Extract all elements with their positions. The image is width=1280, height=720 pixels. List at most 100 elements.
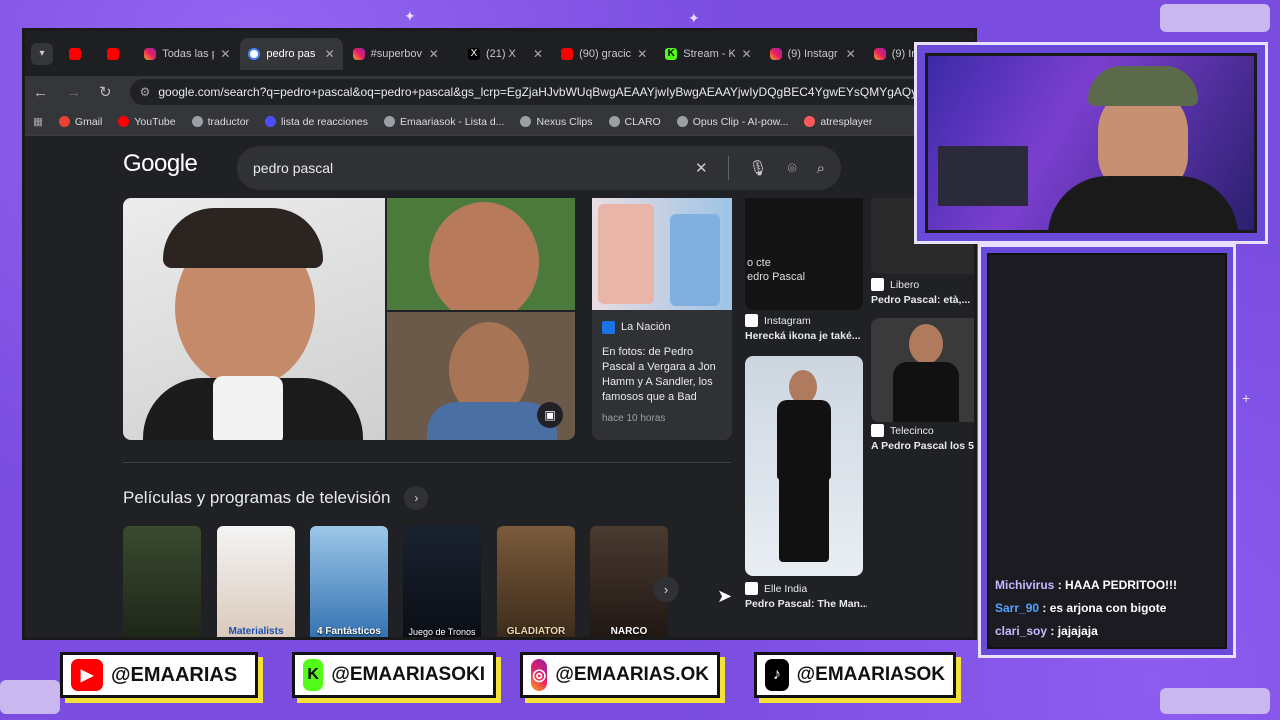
browser-tab[interactable]: Todas las p ✕ <box>136 38 238 70</box>
bookmark-item[interactable]: Opus Clip - AI-pow... <box>676 116 788 128</box>
elle-favicon-icon <box>745 582 758 595</box>
tab-label: (90) gracic <box>579 47 632 60</box>
bookmark-item[interactable]: atresplayer <box>804 116 872 128</box>
reload-icon[interactable]: ↻ <box>99 83 112 101</box>
result-image-elle[interactable] <box>745 356 863 576</box>
caption-instagram[interactable]: Instagram Herecká ikona je také... <box>745 314 865 342</box>
caption-title: A Pedro Pascal los 50... <box>871 440 977 452</box>
tab-label: Stream - K <box>683 47 736 60</box>
tab-label: #superbov <box>370 47 422 60</box>
bookmark-item[interactable]: lista de reacciones <box>265 116 368 128</box>
pixel-cloud <box>1160 4 1270 32</box>
tab-bar: ▾ Todas las p ✕ pedro pas ✕ #superbov ✕ X (21) … <box>25 31 974 76</box>
close-tab-icon[interactable]: ✕ <box>637 47 647 61</box>
chat-frame: Michivirus : HAAA PEDRITOO!!! Sarr_90 : e… <box>978 244 1236 658</box>
caption-telecinco[interactable]: Telecinco A Pedro Pascal los 50... <box>871 424 977 452</box>
bookmark-label: YouTube <box>134 115 176 128</box>
tab-label: Todas las p <box>162 47 215 60</box>
poster-4-fantasticos[interactable]: 4 Fantásticos <box>310 526 388 637</box>
browser-tab[interactable]: (9) Instagr ✕ <box>762 38 864 70</box>
caption-libero[interactable]: Libero Pedro Pascal: età,... <box>871 278 974 306</box>
k-favicon-icon: K <box>665 47 678 60</box>
close-tab-icon[interactable]: ✕ <box>429 47 439 61</box>
browser-tab[interactable] <box>99 38 135 70</box>
poster-the-last-of-us[interactable] <box>123 526 201 637</box>
browser-tab[interactable] <box>61 38 97 70</box>
poster-title: GLADIATOR <box>506 626 566 637</box>
browser-tab[interactable]: K Stream - K ✕ <box>657 38 759 70</box>
chevron-right-icon[interactable]: › <box>404 486 429 510</box>
close-tab-icon[interactable]: ✕ <box>741 47 751 61</box>
apps-grid-icon[interactable]: ▦ <box>33 116 43 128</box>
bookmark-item[interactable]: traductor <box>191 116 249 128</box>
ig-favicon-icon <box>769 47 782 60</box>
site-info-icon[interactable]: ⚙ <box>140 85 151 99</box>
google-results-page: Google pedro pascal ✕ 🎙 ⌾ ⌕ ▣ La Nación … <box>25 136 974 637</box>
search-input[interactable]: pedro pascal <box>253 160 333 176</box>
close-tab-icon[interactable]: ✕ <box>325 47 335 61</box>
address-toolbar: ← → ↻ ⚙ google.com/search?q=pedro+pascal… <box>25 76 974 108</box>
poster-juego-de-tronos[interactable]: Juego de Tronos <box>403 526 481 637</box>
bookmark-label: CLARO <box>624 115 661 128</box>
close-tab-icon[interactable]: ✕ <box>846 47 856 61</box>
url-text: google.com/search?q=pedro+pascal&oq=pedr… <box>158 85 964 99</box>
bookmark-item[interactable]: Emaariasok - Lista d... <box>384 116 504 128</box>
news-text: En fotos: de Pedro Pascal a Vergara a Jo… <box>602 346 716 403</box>
poster-gladiator[interactable]: GLADIATOR <box>497 526 575 637</box>
image-gallery-icon[interactable]: ▣ <box>537 402 563 428</box>
search-icon[interactable]: ⌕ <box>817 160 825 177</box>
bookmark-item[interactable]: Gmail <box>58 116 102 128</box>
chat-username[interactable]: Michivirus <box>995 578 1054 592</box>
google-logo[interactable]: Google <box>123 150 198 178</box>
ig-favicon-icon <box>144 47 157 60</box>
section-title: Películas y programas de televisión <box>123 488 391 507</box>
chat-message: Sarr_90 : es arjona con bigote <box>995 597 1219 620</box>
movies-section-header[interactable]: Películas y programas de televisión › <box>123 486 429 510</box>
url-bar[interactable]: ⚙ google.com/search?q=pedro+pascal&oq=pe… <box>129 79 966 105</box>
tshirt-text: o cte edro Pascal <box>747 257 806 283</box>
social-youtube: ▶ @EMAARIAS <box>60 652 258 698</box>
result-image-instagram[interactable]: o cte edro Pascal <box>745 198 863 310</box>
chat-username[interactable]: clari_soy <box>995 624 1047 638</box>
caption-source: Libero <box>890 278 920 291</box>
search-box[interactable]: pedro pascal ✕ 🎙 ⌾ ⌕ <box>237 146 841 190</box>
chat-messages: Michivirus : HAAA PEDRITOO!!! Sarr_90 : e… <box>995 574 1219 643</box>
browser-tab[interactable]: (90) gracic ✕ <box>553 38 655 70</box>
result-image-main[interactable] <box>123 198 385 440</box>
browser-tab[interactable]: #superbov ✕ <box>345 38 447 70</box>
poster-materialists[interactable]: Materialists <box>217 526 295 637</box>
social-handle: @EMAARIASOKI <box>331 664 485 685</box>
forward-icon[interactable]: → <box>66 84 81 101</box>
tiktok-icon: ♪ <box>765 659 789 691</box>
news-card[interactable]: La Nación En fotos: de Pedro Pascal a Ve… <box>592 310 732 440</box>
bookmark-label: Emaariasok - Lista d... <box>400 115 505 128</box>
carousel-next-icon[interactable]: › <box>653 576 679 602</box>
microphone-icon[interactable]: 🎙 <box>749 159 768 177</box>
bookmark-item[interactable]: CLARO <box>608 115 661 128</box>
caption-elle[interactable]: Elle India Pedro Pascal: The Man... <box>745 582 867 610</box>
back-icon[interactable]: ← <box>33 84 48 101</box>
tab-label: (9) Ir <box>891 47 915 60</box>
tab-search-menu-icon[interactable]: ▾ <box>31 42 53 65</box>
bookmark-item[interactable]: Nexus Clips <box>520 116 593 128</box>
browser-window: ▾ Todas las p ✕ pedro pas ✕ #superbov ✕ X (21) … <box>22 28 977 640</box>
caption-title: Pedro Pascal: The Man... <box>745 598 867 610</box>
youtube-icon: ▶ <box>71 659 103 691</box>
browser-tab[interactable]: pedro pas ✕ <box>240 37 343 70</box>
result-image-news[interactable] <box>592 198 732 310</box>
browser-tab[interactable]: X (21) X ✕ <box>449 38 551 70</box>
bookmark-item[interactable]: YouTube <box>118 115 176 128</box>
camera-lens-icon[interactable]: ⌾ <box>788 160 797 177</box>
close-tab-icon[interactable]: ✕ <box>533 47 543 61</box>
close-tab-icon[interactable]: ✕ <box>220 47 230 61</box>
section-divider <box>123 462 731 463</box>
result-image-2[interactable] <box>387 198 575 310</box>
result-image-3[interactable]: ▣ <box>387 312 575 440</box>
clear-icon[interactable]: ✕ <box>695 159 708 177</box>
poster-title: Materialists <box>228 626 284 637</box>
chat-username[interactable]: Sarr_90 <box>995 601 1039 615</box>
poster-title: 4 Fantásticos <box>317 626 381 637</box>
yt-favicon-icon <box>106 47 119 60</box>
result-image-telecinco[interactable] <box>871 318 974 422</box>
libero-favicon-icon <box>871 278 884 291</box>
